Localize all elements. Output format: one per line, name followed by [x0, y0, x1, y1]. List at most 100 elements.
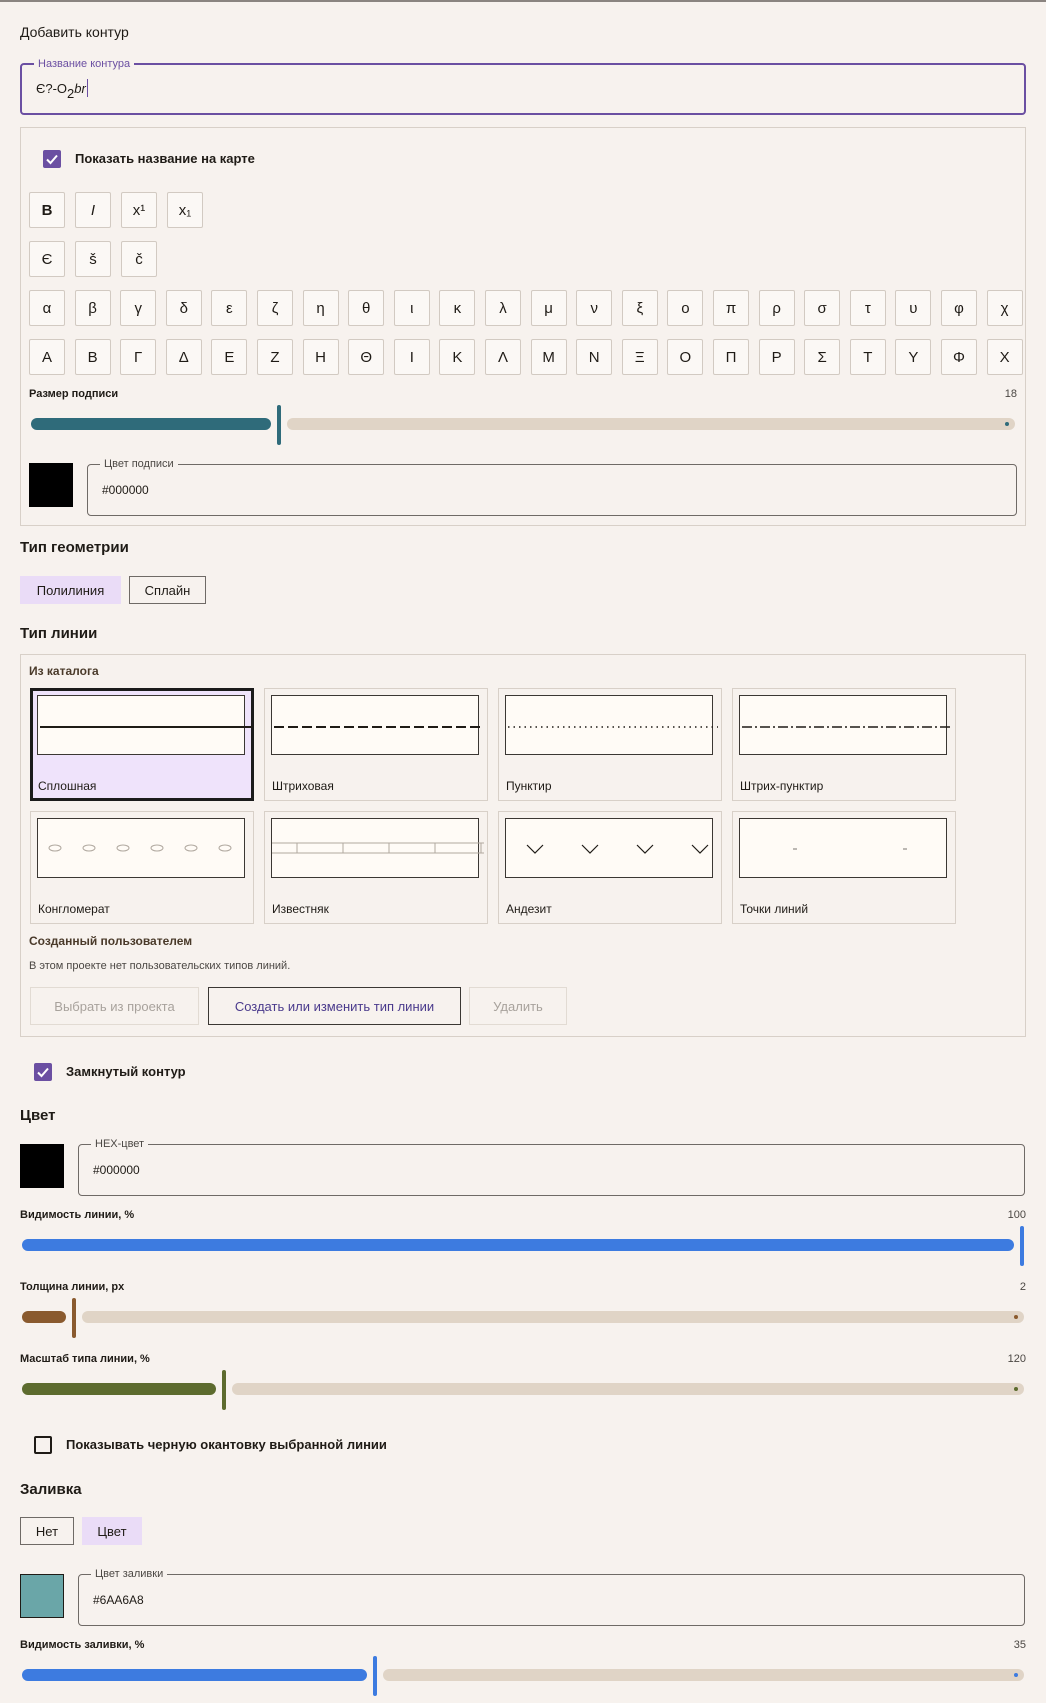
greek-char-button[interactable]: Ε [211, 339, 248, 375]
contour-name-field[interactable]: Название контура Є?-O2br [20, 57, 1026, 115]
line-type-card-limestone[interactable]: Известняк [264, 811, 488, 924]
slider-thumb[interactable] [72, 1298, 77, 1338]
geometry-polyline-button[interactable]: Полилиния [20, 576, 121, 604]
contour-name-value: Є?-O2br [36, 79, 88, 101]
fill-color-button[interactable]: Цвет [82, 1517, 142, 1545]
show-label-checkbox[interactable] [43, 150, 61, 168]
greek-char-button[interactable]: Κ [439, 339, 476, 375]
line-color-swatch[interactable] [20, 1144, 64, 1188]
slider-thumb[interactable] [372, 1656, 377, 1696]
greek-char-button[interactable]: α [29, 290, 65, 326]
fill-visibility-slider[interactable] [22, 1656, 1024, 1696]
greek-char-button[interactable]: Δ [165, 339, 202, 375]
greek-char-button[interactable]: δ [165, 290, 202, 326]
label-size-slider[interactable] [31, 405, 1015, 445]
char-button[interactable]: č [121, 241, 157, 277]
greek-char-button[interactable]: β [74, 290, 111, 326]
greek-char-button[interactable]: γ [120, 290, 157, 326]
slider-track [82, 1311, 1024, 1323]
greek-char-button[interactable]: Χ [986, 339, 1023, 375]
line-type-name: Конгломерат [38, 902, 110, 916]
slider-thumb[interactable] [1020, 1226, 1024, 1266]
greek-char-button[interactable]: ρ [758, 290, 795, 326]
greek-char-button[interactable]: Ν [576, 339, 613, 375]
superscript-button[interactable]: x¹ [121, 192, 157, 228]
greek-char-button[interactable]: υ [895, 290, 932, 326]
italic-button[interactable]: I [75, 192, 111, 228]
geometry-spline-button[interactable]: Сплайн [129, 576, 206, 604]
greek-char-button[interactable]: Ξ [621, 339, 658, 375]
slider-thumb[interactable] [277, 405, 281, 445]
label-color-swatch[interactable] [29, 463, 73, 507]
greek-char-button[interactable]: Θ [348, 339, 385, 375]
hex-color-field[interactable]: HEX-цвет #000000 [78, 1137, 1025, 1196]
greek-char-button[interactable]: Φ [941, 339, 977, 375]
hex-color-label: HEX-цвет [91, 1137, 149, 1151]
line-scale-slider[interactable] [22, 1370, 1024, 1410]
bold-button[interactable]: B [29, 192, 65, 228]
create-line-type-button[interactable]: Создать или изменить тип линии [208, 987, 461, 1025]
greek-char-button[interactable]: σ [804, 290, 841, 326]
greek-char-button[interactable]: ο [667, 290, 704, 326]
greek-char-button[interactable]: Ρ [758, 339, 795, 375]
greek-char-button[interactable]: Α [29, 339, 65, 375]
label-color-field[interactable]: Цвет подписи #000000 [87, 457, 1017, 516]
fill-color-swatch[interactable] [20, 1574, 64, 1618]
custom-empty-text: В этом проекте нет пользовательских типо… [29, 960, 291, 972]
greek-char-button[interactable]: Η [302, 339, 339, 375]
subscript-button[interactable]: x₁ [167, 192, 203, 228]
greek-char-button[interactable]: Λ [485, 339, 521, 375]
greek-char-button[interactable]: τ [849, 290, 886, 326]
custom-title: Созданный пользователем [29, 934, 193, 948]
fill-color-field[interactable]: Цвет заливки #6AA6A8 [78, 1567, 1025, 1626]
pick-from-project-button[interactable]: Выбрать из проекта [30, 987, 199, 1025]
char-button[interactable]: Є [29, 241, 65, 277]
greek-char-button[interactable]: Γ [120, 339, 157, 375]
greek-char-button[interactable]: ι [393, 290, 430, 326]
line-type-name: Сплошная [38, 779, 97, 793]
greek-char-button[interactable]: φ [941, 290, 977, 326]
greek-char-button[interactable]: η [302, 290, 339, 326]
greek-char-button[interactable]: Σ [804, 339, 841, 375]
line-type-card-ovals[interactable]: Конгломерат [30, 811, 254, 924]
closed-contour-text: Замкнутый контур [66, 1064, 186, 1079]
greek-char-button[interactable]: Μ [530, 339, 567, 375]
black-outline-checkbox[interactable] [34, 1436, 52, 1454]
greek-char-button[interactable]: Τ [849, 339, 886, 375]
greek-char-button[interactable]: Π [713, 339, 749, 375]
greek-char-button[interactable]: Ο [667, 339, 704, 375]
slider-fill [22, 1239, 1014, 1251]
slider-end-dot [1005, 422, 1009, 426]
greek-char-button[interactable]: ξ [621, 290, 658, 326]
line-width-slider[interactable] [22, 1298, 1024, 1338]
line-type-card-dashed[interactable]: Штриховая [264, 688, 488, 801]
greek-char-button[interactable]: μ [530, 290, 567, 326]
char-button[interactable]: š [75, 241, 111, 277]
line-type-name: Андезит [506, 902, 552, 916]
slider-fill [22, 1311, 67, 1323]
fill-none-button[interactable]: Нет [20, 1517, 74, 1545]
closed-contour-checkbox[interactable] [34, 1063, 52, 1081]
greek-char-button[interactable]: ε [211, 290, 248, 326]
greek-char-button[interactable]: θ [348, 290, 385, 326]
delete-line-type-button[interactable]: Удалить [469, 987, 567, 1025]
slider-track [232, 1383, 1024, 1395]
greek-char-button[interactable]: Ζ [257, 339, 293, 375]
greek-char-button[interactable]: Ι [393, 339, 430, 375]
line-type-card-dashdot[interactable]: Штрих-пунктир [732, 688, 956, 801]
line-type-card-points[interactable]: Точки линий [732, 811, 956, 924]
greek-char-button[interactable]: Β [74, 339, 111, 375]
greek-char-button[interactable]: ν [576, 290, 613, 326]
greek-char-button[interactable]: κ [439, 290, 476, 326]
line-type-card-dotted[interactable]: Пунктир [498, 688, 722, 801]
line-scale-label: Масштаб типа линии, % [20, 1353, 150, 1365]
line-visibility-slider[interactable] [22, 1226, 1024, 1266]
greek-char-button[interactable]: π [713, 290, 749, 326]
greek-char-button[interactable]: Υ [895, 339, 932, 375]
greek-char-button[interactable]: λ [485, 290, 521, 326]
line-type-card-solid[interactable]: Сплошная [30, 688, 254, 801]
greek-char-button[interactable]: χ [986, 290, 1023, 326]
slider-thumb[interactable] [222, 1370, 227, 1410]
line-type-card-chevrons[interactable]: Андезит [498, 811, 722, 924]
greek-char-button[interactable]: ζ [257, 290, 293, 326]
